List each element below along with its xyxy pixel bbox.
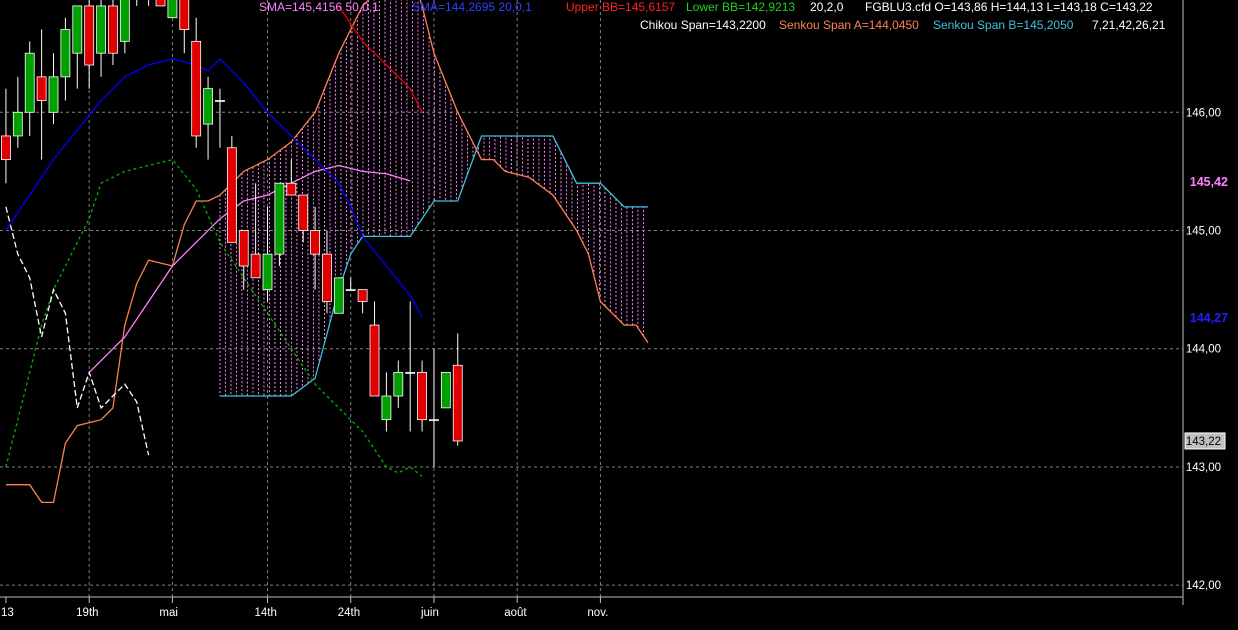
candle-body xyxy=(393,371,404,397)
candle-body xyxy=(298,194,309,231)
candle-body xyxy=(36,76,47,101)
legend-chikou: Chikou Span=143,2200 xyxy=(640,18,766,32)
x-tick-label: 24th xyxy=(338,607,360,619)
candle-body xyxy=(440,371,451,409)
candle-body xyxy=(96,5,106,54)
legend-sma20: SMA=144,2695 20,0,1 xyxy=(412,0,532,14)
legend-lower-bb: Lower BB=142,9213 xyxy=(686,0,795,14)
candle-body xyxy=(274,182,285,255)
candle-body xyxy=(191,40,202,137)
chart-background xyxy=(0,0,1238,630)
candle-body xyxy=(60,29,71,78)
candle-body xyxy=(357,289,368,302)
candle-body xyxy=(262,253,273,291)
x-tick-label: 14th xyxy=(255,607,277,619)
candle-body xyxy=(108,5,118,54)
candle-body xyxy=(1,135,11,160)
candle-body xyxy=(48,76,59,113)
value-badge: 144,27 xyxy=(1190,311,1228,325)
legend-senkou-a: Senkou Span A=144,0450 xyxy=(779,18,919,32)
y-tick-label: 142,00 xyxy=(1186,580,1221,592)
candle-body xyxy=(429,419,439,422)
candle-body xyxy=(84,5,95,66)
candle-body xyxy=(322,253,332,302)
candle-body xyxy=(238,230,249,267)
x-tick-label: juin xyxy=(420,607,439,619)
candle-body xyxy=(203,88,213,125)
candle-body xyxy=(167,0,178,19)
candle-body xyxy=(119,0,130,42)
value-badge: 145,42 xyxy=(1190,175,1228,189)
x-tick-label: août xyxy=(504,607,527,619)
legend-ichimoku-params: 7,21,42,26,21 xyxy=(1092,18,1166,32)
candle-body xyxy=(250,253,261,279)
x-tick-label: mai xyxy=(159,607,178,619)
candle-body xyxy=(12,111,23,137)
legend-upper-bb: Upper BB=145,6157 xyxy=(566,0,675,14)
x-tick-label: nov. xyxy=(587,607,608,619)
candle-body xyxy=(24,52,35,113)
candle-body xyxy=(369,324,380,397)
legend-senkou-b: Senkou Span B=145,2050 xyxy=(933,18,1074,32)
candle-body xyxy=(417,371,427,421)
y-tick-label: 144,00 xyxy=(1186,344,1221,356)
legend-sma50: SMA=145,4156 50,0,1 xyxy=(259,0,379,14)
candle-body xyxy=(452,364,463,442)
x-tick-label: 19th xyxy=(76,607,98,619)
y-tick-label: 145,00 xyxy=(1186,226,1221,238)
legend-bb-params: 20,2,0 xyxy=(810,0,844,14)
candle-body xyxy=(155,0,166,7)
candle-body xyxy=(310,230,320,255)
current-price-label: 143,22 xyxy=(1186,436,1221,448)
candle-body xyxy=(215,100,225,102)
candle-body xyxy=(333,277,344,314)
candle-body xyxy=(381,395,392,421)
y-tick-label: 146,00 xyxy=(1186,107,1221,119)
candle-body xyxy=(226,147,237,243)
x-tick-label: 13 xyxy=(1,607,14,619)
candle-body xyxy=(72,5,83,54)
price-chart[interactable]: 142,00 143,00 144,00 145,00 146,00 145,42 144,… xyxy=(0,0,1238,630)
candle-body xyxy=(286,182,297,196)
candle-body xyxy=(405,371,416,374)
y-tick-label: 143,00 xyxy=(1186,462,1221,474)
candle-body xyxy=(345,289,356,292)
legend-symbol-ohlc: FGBLU3.cfd O=143,86 H=144,13 L=143,18 C=… xyxy=(865,0,1153,14)
candle-body xyxy=(179,0,190,30)
